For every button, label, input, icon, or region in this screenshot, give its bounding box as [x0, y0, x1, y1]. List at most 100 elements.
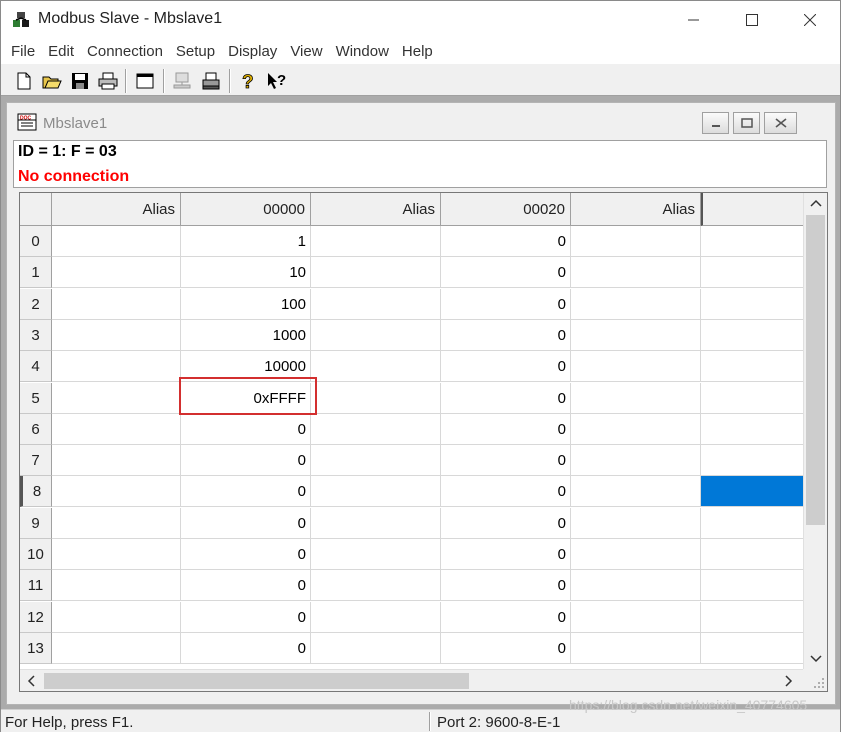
- alias-cell[interactable]: [52, 476, 181, 508]
- register-value-cell[interactable]: 0: [181, 507, 311, 539]
- row-header[interactable]: 9: [20, 507, 52, 539]
- register-value-cell[interactable]: 0: [181, 632, 311, 664]
- menu-edit[interactable]: Edit: [42, 39, 80, 65]
- register-value-cell[interactable]: 0: [441, 226, 571, 257]
- disconnect-button[interactable]: [200, 70, 222, 92]
- row-header[interactable]: 10: [20, 539, 52, 570]
- row-header[interactable]: 13: [20, 632, 52, 664]
- save-button[interactable]: [69, 70, 91, 92]
- alias-cell[interactable]: [52, 601, 181, 633]
- minimize-button[interactable]: [665, 1, 723, 39]
- alias-cell[interactable]: [571, 257, 701, 289]
- connect-button[interactable]: [171, 70, 193, 92]
- register-value-cell[interactable]: 1: [181, 226, 311, 257]
- alias-cell[interactable]: [311, 351, 441, 383]
- alias-cell[interactable]: [571, 288, 701, 320]
- register-value-cell[interactable]: 0: [181, 570, 311, 602]
- new-button[interactable]: [13, 70, 35, 92]
- alias-cell[interactable]: [571, 476, 701, 508]
- alias-cell[interactable]: [311, 288, 441, 320]
- alias-column-header[interactable]: Alias: [52, 193, 181, 226]
- row-header[interactable]: 12: [20, 601, 52, 633]
- scroll-left-icon[interactable]: [27, 675, 35, 687]
- register-value-cell[interactable]: 1000: [181, 319, 311, 351]
- alias-cell[interactable]: [52, 539, 181, 570]
- register-value-cell[interactable]: 0: [181, 476, 311, 508]
- print-button[interactable]: [97, 70, 119, 92]
- document-minimize-button[interactable]: [702, 112, 729, 134]
- register-value-cell[interactable]: 0: [441, 539, 571, 570]
- alias-cell[interactable]: [571, 601, 701, 633]
- alias-cell[interactable]: [311, 257, 441, 289]
- alias-cell[interactable]: [571, 319, 701, 351]
- scroll-up-icon[interactable]: [810, 199, 822, 207]
- size-grip[interactable]: [803, 669, 827, 691]
- alias-cell[interactable]: [52, 413, 181, 445]
- register-value-cell[interactable]: 0: [441, 288, 571, 320]
- register-value-cell[interactable]: 0: [441, 319, 571, 351]
- scroll-down-icon[interactable]: [810, 655, 822, 663]
- alias-cell[interactable]: [311, 445, 441, 477]
- row-header[interactable]: 0: [20, 226, 52, 257]
- row-header[interactable]: 5: [20, 382, 52, 414]
- register-value-cell[interactable]: 0: [441, 632, 571, 664]
- alias-cell[interactable]: [311, 507, 441, 539]
- alias-cell[interactable]: [311, 570, 441, 602]
- alias-cell[interactable]: [52, 570, 181, 602]
- register-value-cell[interactable]: 0xFFFF: [181, 382, 311, 414]
- alias-cell[interactable]: [571, 413, 701, 445]
- menu-window[interactable]: Window: [330, 39, 395, 65]
- row-header[interactable]: 7: [20, 445, 52, 477]
- alias-cell[interactable]: [52, 319, 181, 351]
- alias-cell[interactable]: [52, 351, 181, 383]
- alias-column-header[interactable]: Alias: [571, 193, 701, 226]
- alias-cell[interactable]: [311, 539, 441, 570]
- alias-cell[interactable]: [571, 351, 701, 383]
- open-button[interactable]: [41, 70, 63, 92]
- register-value-cell[interactable]: 0: [441, 257, 571, 289]
- vertical-scrollbar[interactable]: [803, 193, 827, 669]
- alias-cell[interactable]: [311, 601, 441, 633]
- menu-display[interactable]: Display: [222, 39, 283, 65]
- alias-column-header[interactable]: Alias: [311, 193, 441, 226]
- alias-cell[interactable]: [311, 226, 441, 257]
- menu-file[interactable]: File: [5, 39, 41, 65]
- alias-cell[interactable]: [52, 257, 181, 289]
- maximize-button[interactable]: [723, 1, 781, 39]
- alias-cell[interactable]: [311, 382, 441, 414]
- context-help-button[interactable]: ?: [266, 70, 288, 92]
- register-value-cell[interactable]: 10: [181, 257, 311, 289]
- register-value-cell[interactable]: 0: [181, 539, 311, 570]
- alias-cell[interactable]: [311, 632, 441, 664]
- alias-cell[interactable]: [52, 288, 181, 320]
- alias-cell[interactable]: [52, 632, 181, 664]
- close-button[interactable]: [781, 1, 839, 39]
- register-value-cell[interactable]: 0: [441, 507, 571, 539]
- alias-cell[interactable]: [571, 445, 701, 477]
- address-column-header[interactable]: 00020: [441, 193, 571, 226]
- alias-cell[interactable]: [311, 413, 441, 445]
- register-value-cell[interactable]: 0: [181, 445, 311, 477]
- alias-cell[interactable]: [52, 226, 181, 257]
- register-value-cell[interactable]: 0: [441, 382, 571, 414]
- alias-cell[interactable]: [52, 507, 181, 539]
- menu-view[interactable]: View: [284, 39, 328, 65]
- document-restore-button[interactable]: [733, 112, 760, 134]
- register-value-cell[interactable]: 100: [181, 288, 311, 320]
- row-header[interactable]: 3: [20, 319, 52, 351]
- horizontal-scroll-thumb[interactable]: [44, 673, 469, 689]
- alias-cell[interactable]: [571, 507, 701, 539]
- scroll-right-icon[interactable]: [785, 675, 793, 687]
- horizontal-scrollbar[interactable]: [20, 669, 803, 691]
- row-header[interactable]: 1: [20, 257, 52, 289]
- alias-cell[interactable]: [311, 319, 441, 351]
- alias-cell[interactable]: [571, 539, 701, 570]
- alias-cell[interactable]: [52, 382, 181, 414]
- vertical-scroll-thumb[interactable]: [806, 215, 825, 525]
- alias-cell[interactable]: [311, 476, 441, 508]
- alias-cell[interactable]: [571, 632, 701, 664]
- register-value-cell[interactable]: 0: [441, 351, 571, 383]
- register-value-cell[interactable]: 0: [441, 445, 571, 477]
- document-close-button[interactable]: [764, 112, 797, 134]
- row-header[interactable]: 8: [20, 476, 52, 508]
